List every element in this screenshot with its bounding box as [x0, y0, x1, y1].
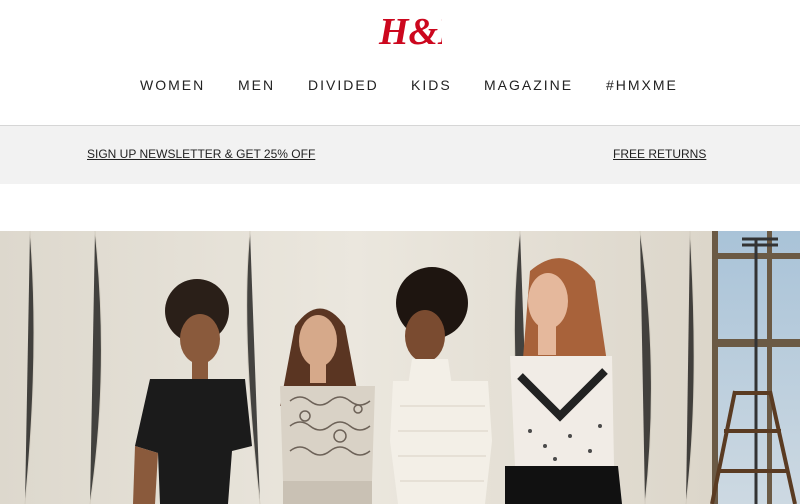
free-returns-link[interactable]: FREE RETURNS: [613, 147, 706, 161]
nav-item-men[interactable]: MEN: [238, 77, 275, 93]
logo-text: H&M: [378, 11, 442, 52]
nav-item-women[interactable]: WOMEN: [140, 77, 205, 93]
hero-banner[interactable]: [0, 231, 800, 504]
newsletter-link[interactable]: SIGN UP NEWSLETTER & GET 25% OFF: [87, 147, 315, 161]
hm-logo[interactable]: H&M: [376, 6, 473, 53]
nav-item-divided[interactable]: DIVIDED: [308, 77, 379, 93]
promo-bar: SIGN UP NEWSLETTER & GET 25% OFF FREE RE…: [0, 126, 800, 184]
nav-item-hmxme[interactable]: #HMXME: [606, 77, 678, 93]
nav-item-magazine[interactable]: MAGAZINE: [484, 77, 573, 93]
site-header: H&M WOMEN MEN DIVIDED KIDS MAGAZINE #HMX…: [0, 0, 800, 126]
nav-item-kids[interactable]: KIDS: [411, 77, 452, 93]
hero-image: [0, 231, 800, 504]
main-nav: WOMEN MEN DIVIDED KIDS MAGAZINE #HMXME: [0, 77, 800, 97]
